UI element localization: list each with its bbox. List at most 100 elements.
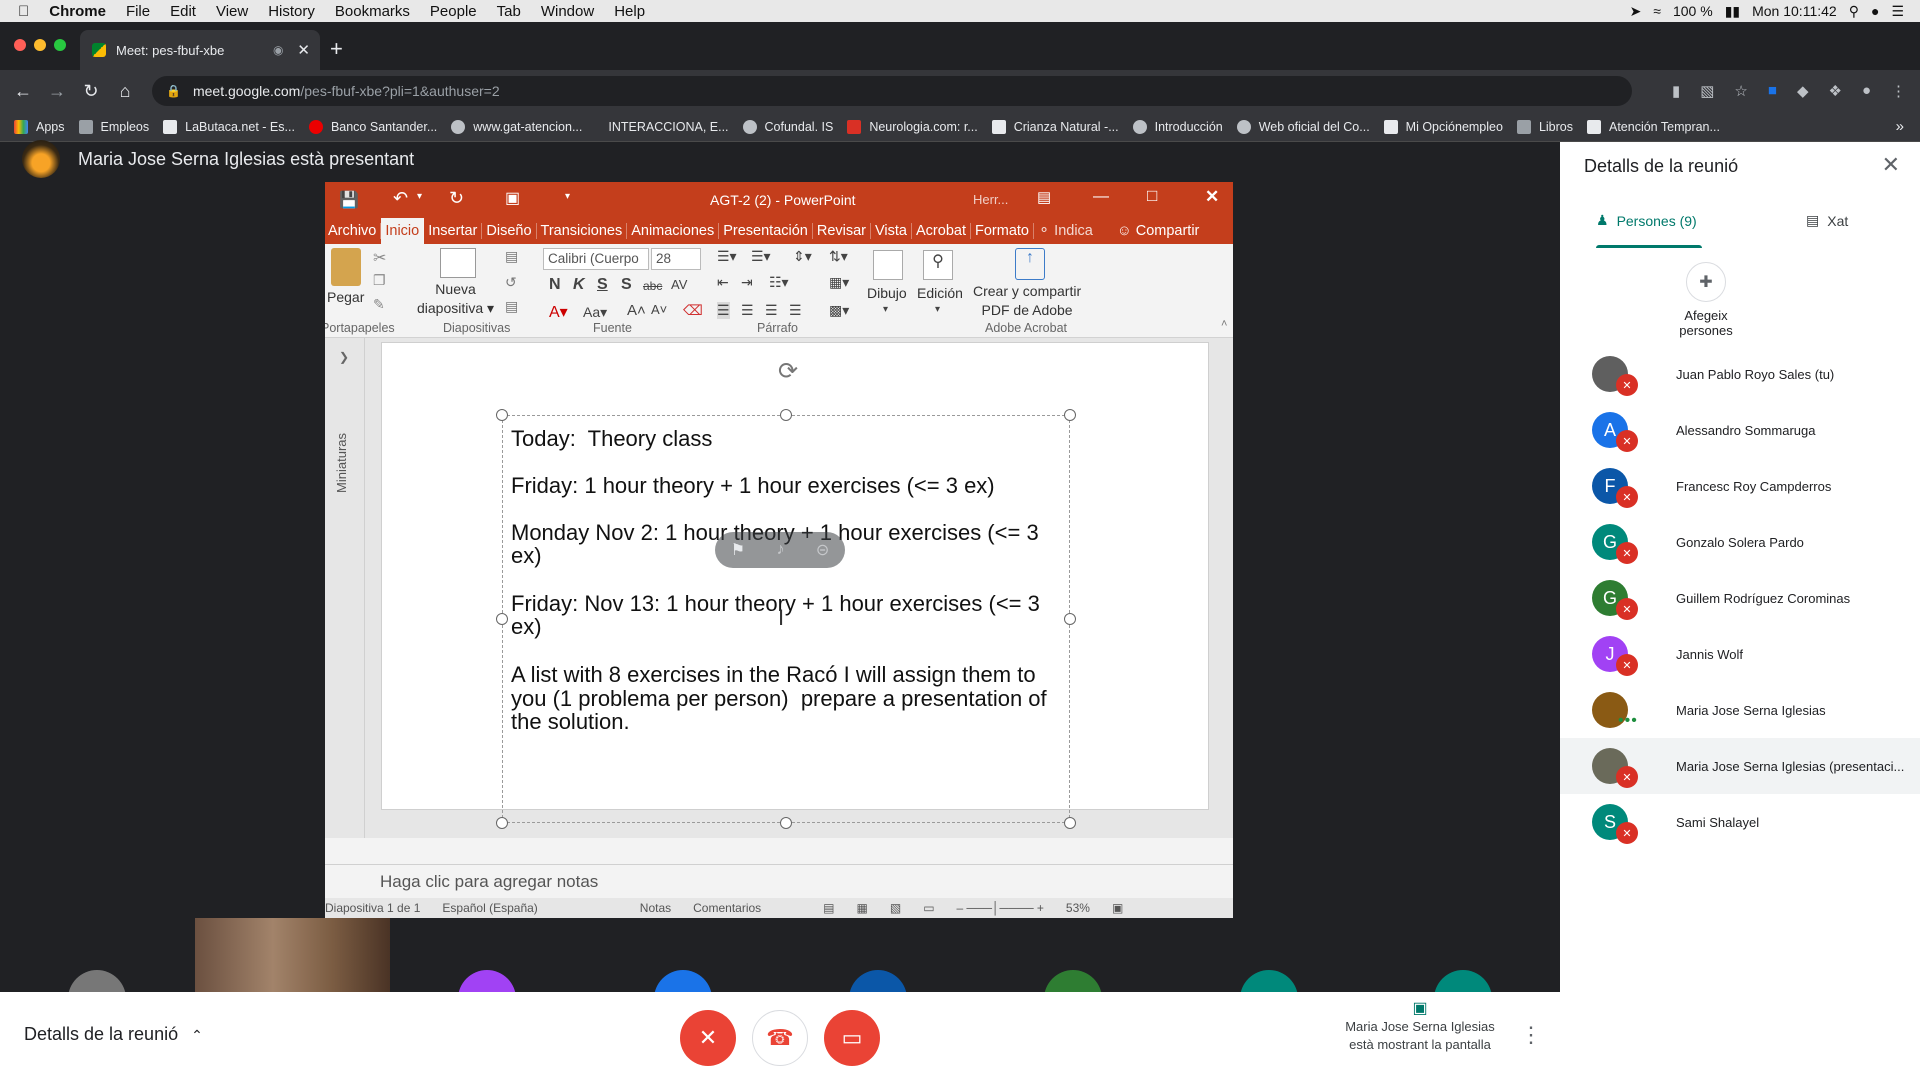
extension-d-icon[interactable]: ■ (1768, 82, 1777, 100)
drawing-icon[interactable] (873, 250, 903, 280)
italic-button[interactable]: K (573, 276, 585, 294)
camera-icon[interactable]: ▮ (1672, 82, 1680, 100)
profile-avatar-icon[interactable]: ● (1862, 82, 1871, 100)
participant-thumb[interactable] (1240, 970, 1298, 992)
thumbnails-pane[interactable]: ❯ Miniaturas (325, 338, 365, 838)
tab-revisar[interactable]: Revisar (813, 223, 872, 239)
battery-label[interactable]: 100 % (1673, 3, 1713, 19)
leave-call-button[interactable]: ☎ (752, 1010, 808, 1066)
participant-camera-thumb[interactable] (195, 918, 390, 992)
microphone-toggle-button[interactable]: ✕ (680, 1010, 736, 1066)
text-direction-icon[interactable]: ⇅▾ (829, 248, 848, 265)
slide-canvas[interactable]: ⟳ Today: Theory class Friday: 1 hour theo… (381, 342, 1209, 829)
search-icon[interactable]: ⚲ (923, 250, 953, 280)
sorter-view-icon[interactable]: ▦ (857, 901, 868, 915)
resize-handle-n[interactable] (780, 409, 792, 421)
bookmark-web-oficial[interactable]: Web oficial del Co... (1236, 119, 1370, 134)
add-people-button[interactable]: ✚ Afegeix persones (1656, 262, 1756, 338)
browser-tab-meet[interactable]: Meet: pes-fbuf-xbe ◉ ✕ (80, 30, 320, 70)
participant-thumb[interactable] (1044, 970, 1102, 992)
menu-bookmarks[interactable]: Bookmarks (335, 3, 410, 20)
ribbon-display-icon[interactable]: ▤ (1037, 188, 1051, 206)
tab-people[interactable]: ♟ Persones (9) (1596, 212, 1697, 229)
bookmark-empleos[interactable]: Empleos (78, 119, 149, 134)
minimize-icon[interactable]: — (1093, 188, 1109, 206)
bookmark-neurologia[interactable]: Neurologia.com: r... (847, 119, 978, 134)
bookmark-interacciona[interactable]: INTERACCIONA, E... (608, 120, 728, 134)
menu-edit[interactable]: Edit (170, 3, 196, 20)
battery-icon[interactable]: ▮▮ (1725, 3, 1740, 20)
drawing-dropdown-icon[interactable]: ▾ (883, 304, 888, 315)
participant-thumb[interactable] (68, 970, 126, 992)
tab-inicio[interactable]: Inicio (381, 218, 425, 244)
user-icon[interactable]: ● (1871, 3, 1879, 19)
font-size-select[interactable]: 28 (651, 248, 701, 270)
back-icon[interactable]: ← (6, 81, 40, 102)
shrink-font-icon[interactable]: A˅ (651, 302, 667, 317)
bullets-icon[interactable]: ☰▾ (717, 248, 737, 265)
resize-handle-s[interactable] (780, 817, 792, 829)
participant-thumb[interactable] (1434, 970, 1492, 992)
undo-dropdown-icon[interactable]: ▾ (417, 191, 422, 202)
collapse-ribbon-icon[interactable]: ˄ (1221, 318, 1227, 330)
editing-dropdown-icon[interactable]: ▾ (935, 304, 940, 315)
increase-indent-icon[interactable]: ⇥ (741, 274, 753, 291)
new-tab-button[interactable]: + (330, 36, 343, 62)
underline-button[interactable]: S (597, 276, 608, 294)
tab-archivo[interactable]: Archivo (325, 223, 382, 239)
strikethrough-button[interactable]: abc (643, 279, 662, 293)
tab-insertar[interactable]: Insertar (424, 223, 483, 239)
camera-toggle-button[interactable]: ▭ (824, 1010, 880, 1066)
tab-formato[interactable]: Formato (971, 223, 1034, 239)
bookmark-introduccion[interactable]: Introducción (1132, 119, 1223, 134)
reload-icon[interactable]: ↻ (74, 81, 108, 102)
slideshow-view-icon[interactable]: ▭ (923, 901, 934, 915)
menu-history[interactable]: History (268, 3, 315, 20)
kebab-menu-icon[interactable]: ⋮ (1891, 82, 1906, 100)
bookmark-apps[interactable]: Apps (14, 119, 65, 134)
participant-thumb[interactable] (849, 970, 907, 992)
home-icon[interactable]: ⌂ (108, 81, 142, 102)
expand-thumbnails-icon[interactable]: ❯ (339, 350, 349, 364)
tab-transiciones[interactable]: Transiciones (537, 223, 628, 239)
line-spacing-icon[interactable]: ⇕▾ (793, 248, 812, 265)
participant-thumb[interactable] (654, 970, 712, 992)
tab-presentacion[interactable]: Presentación (719, 223, 813, 239)
clear-format-icon[interactable]: ⌫ (683, 302, 703, 319)
normal-view-icon[interactable]: ▤ (823, 901, 834, 915)
pin-icon[interactable]: ⚑ (731, 540, 745, 560)
redo-icon[interactable]: ↻ (449, 188, 464, 209)
meeting-details-toggle[interactable]: Detalls de la reunió ⌃ (24, 1024, 203, 1045)
more-options-icon[interactable]: ⋮ (1520, 1022, 1542, 1048)
change-case-icon[interactable]: Aa▾ (583, 304, 607, 321)
close-tab-icon[interactable]: ✕ (297, 41, 310, 59)
maximize-icon[interactable]: □ (1147, 186, 1157, 206)
paste-icon[interactable] (331, 248, 361, 286)
tab-diseno[interactable]: Diseño (482, 223, 537, 239)
comments-toggle[interactable]: Comentarios (693, 901, 761, 915)
align-right-icon[interactable]: ☰ (765, 302, 778, 319)
forward-icon[interactable]: → (40, 81, 74, 102)
wifi-icon[interactable]: ≈ (1653, 3, 1661, 19)
bookmark-cofundal[interactable]: Cofundal. IS (742, 119, 833, 134)
puzzle-icon[interactable]: ❖ (1828, 82, 1841, 100)
customize-qat-icon[interactable]: ▾ (565, 191, 570, 202)
fit-slide-icon[interactable]: ▣ (1112, 901, 1123, 915)
apple-icon[interactable]:  (18, 3, 29, 20)
smartart-icon[interactable]: ▩▾ (829, 302, 849, 319)
share-button[interactable]: ☺ Compartir (1113, 223, 1204, 239)
participant-row[interactable]: A ✕ Alessandro Sommaruga (1560, 402, 1920, 458)
drawing-button[interactable]: Dibujo (867, 284, 907, 303)
bookmark-crianza[interactable]: Crianza Natural -... (991, 119, 1119, 134)
zoom-window-button[interactable] (54, 39, 66, 51)
language-status[interactable]: Español (España) (442, 901, 537, 915)
new-slide-icon[interactable] (440, 248, 476, 278)
clock[interactable]: Mon 10:11:42 (1752, 3, 1837, 19)
numbering-icon[interactable]: ☰▾ (751, 248, 771, 265)
notes-toggle[interactable]: Notas (640, 901, 671, 915)
reset-icon[interactable]: ↺ (505, 274, 517, 291)
address-bar[interactable]: 🔒 meet.google.com /pes-fbuf-xbe?pli=1&au… (152, 76, 1632, 106)
new-slide-button[interactable]: Nueva diapositiva ▾ (417, 280, 494, 318)
mute-icon[interactable]: ♪ (776, 541, 784, 559)
zoom-level[interactable]: 53% (1066, 901, 1090, 915)
